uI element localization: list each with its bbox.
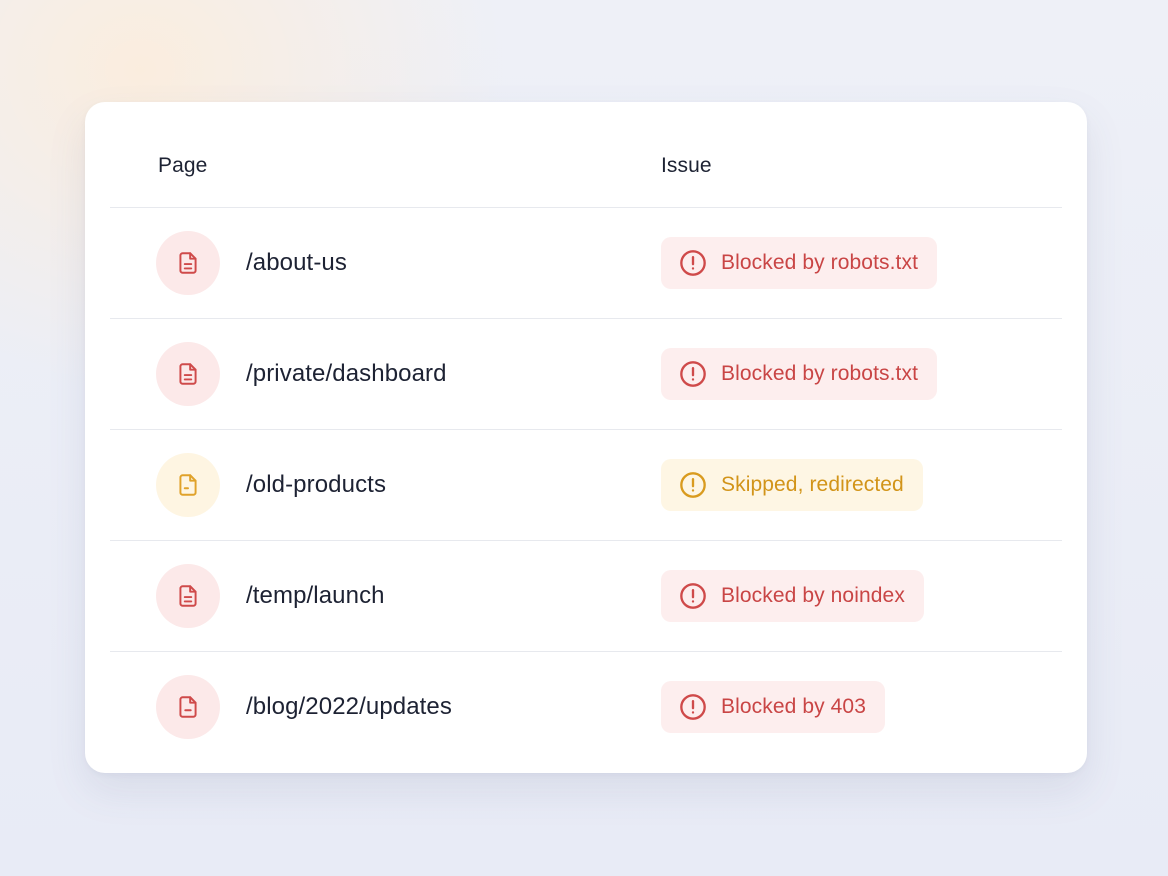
column-header-page: Page [158, 154, 208, 177]
alert-circle-icon [680, 361, 706, 387]
issue-badge: Blocked by robots.txt [661, 348, 938, 400]
alert-circle-icon [680, 250, 706, 276]
column-header-issue: Issue [661, 154, 712, 177]
issue-label: Blocked by noindex [721, 584, 905, 607]
issue-badge: Blocked by noindex [661, 570, 924, 622]
table-header: Page Issue [110, 102, 1062, 208]
issue-label: Blocked by robots.txt [721, 362, 919, 385]
file-icon [156, 564, 220, 628]
file-icon [156, 231, 220, 295]
page-path[interactable]: /temp/launch [246, 582, 385, 610]
issue-badge: Blocked by robots.txt [661, 237, 938, 289]
alert-circle-icon [680, 472, 706, 498]
table-body: /about-us Blocked by robots.txt /private… [110, 208, 1062, 762]
table-row[interactable]: /temp/launch Blocked by noindex [110, 541, 1062, 652]
issue-badge: Skipped, redirected [661, 459, 923, 511]
issue-label: Blocked by 403 [721, 695, 866, 718]
issue-label: Blocked by robots.txt [721, 251, 919, 274]
table-row[interactable]: /about-us Blocked by robots.txt [110, 208, 1062, 319]
table-row[interactable]: /private/dashboard Blocked by robots.txt [110, 319, 1062, 430]
file-icon [156, 675, 220, 739]
table-row[interactable]: /blog/2022/updates Blocked by 403 [110, 652, 1062, 762]
page-path[interactable]: /old-products [246, 471, 386, 499]
issue-label: Skipped, redirected [721, 473, 904, 496]
table-row[interactable]: /old-products Skipped, redirected [110, 430, 1062, 541]
alert-circle-icon [680, 583, 706, 609]
file-icon [156, 453, 220, 517]
page-path[interactable]: /blog/2022/updates [246, 693, 452, 721]
page-path[interactable]: /about-us [246, 249, 347, 277]
file-icon [156, 342, 220, 406]
page-path[interactable]: /private/dashboard [246, 360, 447, 388]
crawl-issues-card: Page Issue /about-us Blocked by robots.t… [85, 102, 1087, 773]
issue-badge: Blocked by 403 [661, 681, 885, 733]
alert-circle-icon [680, 694, 706, 720]
